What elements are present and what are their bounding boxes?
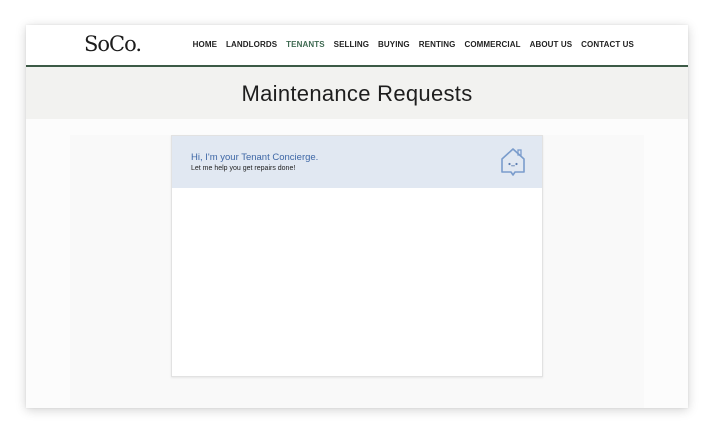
nav-item-buying[interactable]: BUYING	[378, 40, 410, 49]
nav-item-contact-us[interactable]: CONTACT US	[581, 40, 634, 49]
concierge-header: Hi, I'm your Tenant Concierge. Let me he…	[172, 136, 542, 188]
main-nav: HOME LANDLORDS TENANTS SELLING BUYING RE…	[193, 40, 634, 49]
concierge-subtext: Let me help you get repairs done!	[191, 165, 296, 172]
nav-item-about-us[interactable]: ABOUT US	[530, 40, 573, 49]
concierge-widget[interactable]: Hi, I'm your Tenant Concierge. Let me he…	[171, 135, 543, 377]
page-title: Maintenance Requests	[241, 81, 473, 106]
nav-item-home[interactable]: HOME	[193, 40, 217, 49]
browser-page: SoCo. HOME LANDLORDS TENANTS SELLING BUY…	[26, 25, 688, 408]
concierge-greeting: Hi, I'm your Tenant Concierge.	[191, 152, 319, 163]
site-header: SoCo. HOME LANDLORDS TENANTS SELLING BUY…	[26, 25, 688, 67]
site-logo[interactable]: SoCo.	[84, 32, 142, 56]
nav-item-selling[interactable]: SELLING	[334, 40, 369, 49]
nav-item-tenants[interactable]: TENANTS	[286, 40, 324, 49]
nav-item-landlords[interactable]: LANDLORDS	[226, 40, 277, 49]
nav-item-commercial[interactable]: COMMERCIAL	[464, 40, 520, 49]
nav-item-renting[interactable]: RENTING	[419, 40, 456, 49]
page-title-band: Maintenance Requests	[26, 67, 688, 119]
house-face-icon	[501, 148, 525, 176]
